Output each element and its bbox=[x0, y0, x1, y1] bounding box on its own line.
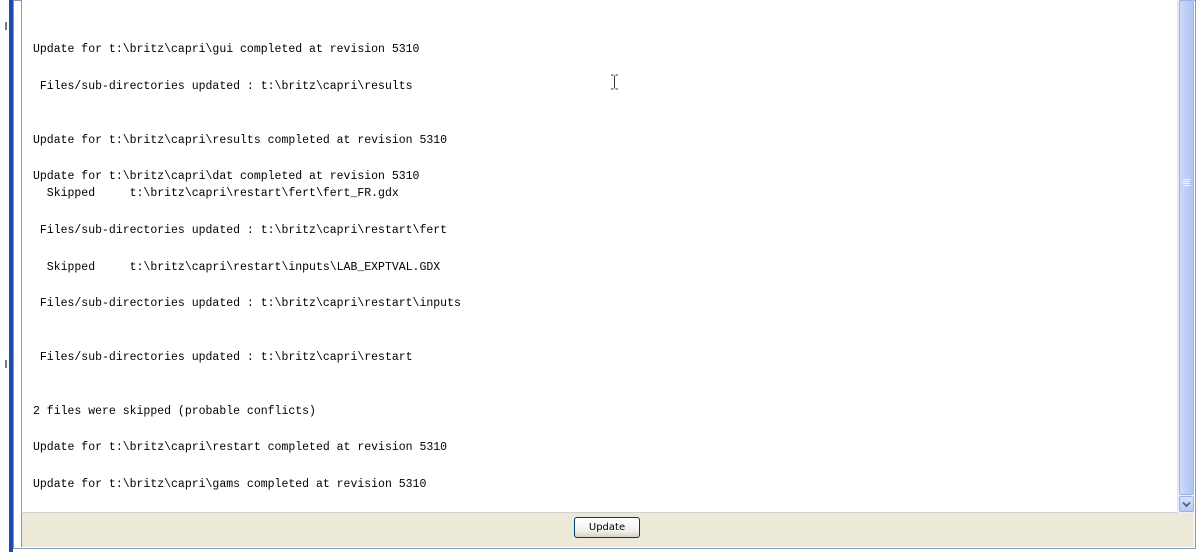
scroll-down-button[interactable] bbox=[1179, 496, 1194, 512]
splitter-mark-bottom bbox=[5, 360, 7, 368]
update-button[interactable]: Update bbox=[574, 517, 640, 538]
log-line: Update for t:\britz\capri\restart comple… bbox=[33, 441, 448, 454]
log-line: Files/sub-directories updated : t:\britz… bbox=[33, 224, 448, 237]
log-line: Update for t:\britz\capri\gui completed … bbox=[33, 43, 420, 56]
update-window: Update for t:\britz\capri\gui completed … bbox=[0, 0, 1198, 552]
log-line: Files/sub-directories updated : t:\britz… bbox=[33, 351, 413, 364]
log-line: 2 files were skipped (probable conflicts… bbox=[33, 405, 316, 418]
left-edge bbox=[0, 0, 3, 552]
log-output-area[interactable]: Update for t:\britz\capri\gui completed … bbox=[21, 0, 1177, 513]
log-line: Update for t:\britz\capri\gams completed… bbox=[33, 478, 427, 491]
button-bar: Update bbox=[21, 513, 1194, 547]
splitter-mark-top bbox=[5, 22, 7, 30]
log-line: Files/sub-directories updated : t:\britz… bbox=[33, 297, 461, 310]
scrollbar-grip bbox=[1183, 179, 1190, 180]
log-line: Update for t:\britz\capri\dat completed … bbox=[33, 170, 420, 183]
chevron-down-icon bbox=[1182, 501, 1191, 507]
log-line: Skipped t:\britz\capri\restart\inputs\LA… bbox=[33, 261, 441, 274]
log-line: Skipped t:\britz\capri\restart\fert\fert… bbox=[33, 187, 399, 200]
log-line: Files/sub-directories updated : t:\britz… bbox=[33, 80, 413, 93]
vertical-scrollbar[interactable] bbox=[1177, 0, 1194, 513]
log-line: Update for t:\britz\capri\results comple… bbox=[33, 134, 448, 147]
text-cursor-icon bbox=[611, 74, 618, 90]
scrollbar-thumb[interactable] bbox=[1179, 0, 1194, 495]
